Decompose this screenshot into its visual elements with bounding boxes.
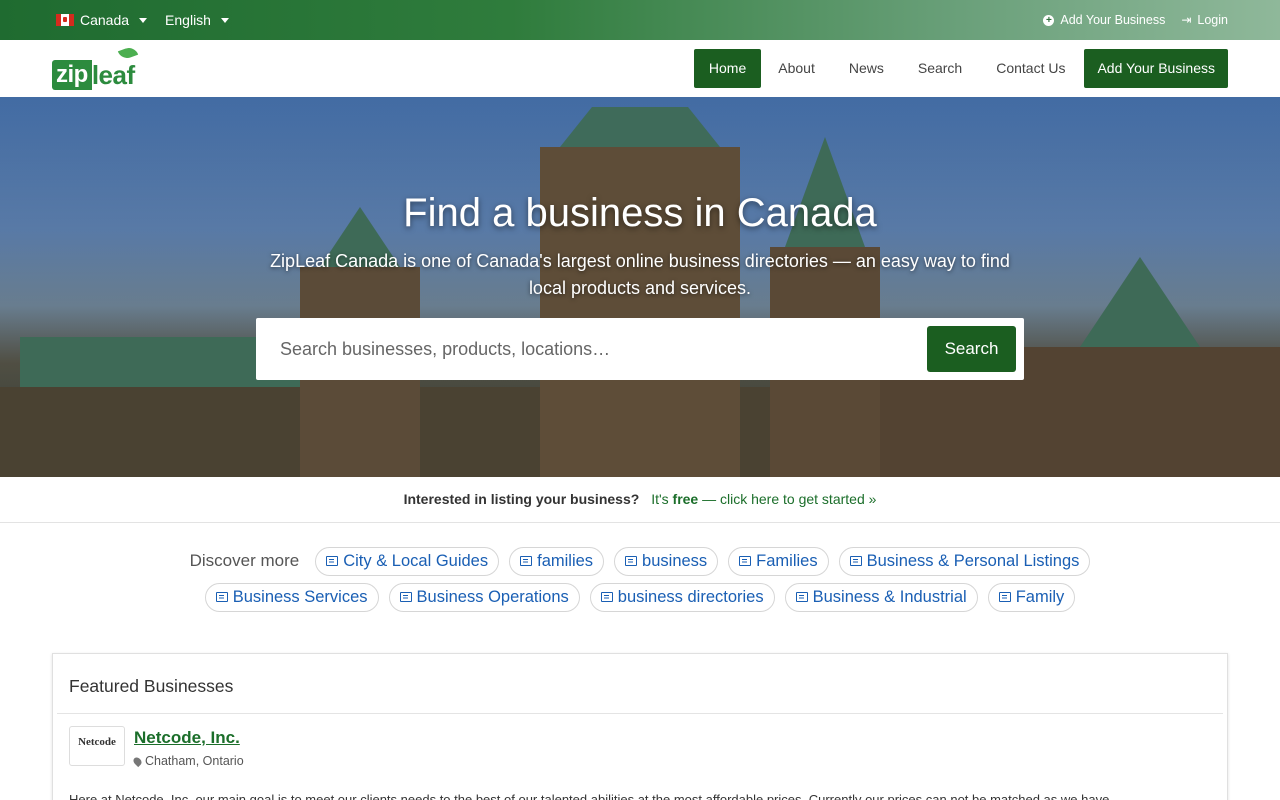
logo-zip-text: zip [52, 60, 92, 90]
category-pill[interactable]: Business & Personal Listings [838, 546, 1091, 576]
login-link[interactable]: ⇥ Login [1181, 13, 1228, 27]
category-pill[interactable]: business [614, 546, 719, 576]
newspaper-icon [326, 556, 339, 566]
category-pill[interactable]: Family [987, 582, 1076, 612]
banner-free: free [672, 491, 699, 507]
category-pill[interactable]: City & Local Guides [315, 546, 500, 576]
business-description: Here at Netcode, Inc. our main goal is t… [69, 792, 1110, 800]
discover-more-section: Discover more City & Local Guides famili… [0, 545, 1280, 617]
plus-circle-icon: + [1043, 14, 1055, 26]
newspaper-icon [739, 556, 752, 566]
newspaper-icon [795, 592, 808, 602]
caret-down-icon [220, 17, 229, 23]
category-pill[interactable]: Business Operations [388, 582, 580, 612]
language-label: English [165, 12, 211, 28]
listing-question: Interested in listing your business? [403, 491, 640, 507]
banner-prefix: It's [651, 491, 669, 507]
country-selector[interactable]: Canada [56, 12, 148, 28]
featured-title: Featured Businesses [57, 654, 1223, 714]
top-bar: Canada English + Add Your Business ⇥ Log… [0, 0, 1280, 40]
category-pill[interactable]: Business Services [204, 582, 379, 612]
hero-section: Find a business in Canada ZipLeaf Canada… [0, 97, 1280, 477]
language-selector[interactable]: English [165, 12, 229, 28]
nav-add-business-button[interactable]: Add Your Business [1084, 49, 1228, 88]
banner-link-text: — click here to get started » [702, 491, 877, 507]
nav-contact-us[interactable]: Contact Us [979, 49, 1082, 88]
top-add-business-link[interactable]: + Add Your Business [1043, 13, 1165, 27]
get-started-link[interactable]: It's free — click here to get started » [651, 491, 876, 507]
nav-news[interactable]: News [832, 49, 901, 88]
map-marker-icon [131, 755, 144, 767]
category-pill[interactable]: families [509, 546, 605, 576]
hero-background-tower-roof [560, 107, 720, 147]
newspaper-icon [215, 592, 228, 602]
nav-menu: Home About News Search Contact Us Add Yo… [693, 49, 1228, 88]
newspaper-icon [625, 556, 638, 566]
zipleaf-logo[interactable]: zip leaf [52, 45, 138, 90]
category-pill[interactable]: Business & Industrial [784, 582, 978, 612]
login-label: Login [1197, 13, 1228, 27]
sign-in-icon: ⇥ [1181, 13, 1192, 27]
category-pill[interactable]: Families [728, 546, 829, 576]
business-location-text: Chatham, Ontario [145, 754, 244, 768]
canada-flag-icon [56, 14, 74, 26]
nav-search[interactable]: Search [901, 49, 979, 88]
top-add-business-label: Add Your Business [1060, 13, 1166, 27]
featured-businesses-card: Featured Businesses Netcode Netcode, Inc… [52, 653, 1228, 800]
business-search-input[interactable] [256, 318, 916, 380]
newspaper-icon [520, 556, 533, 566]
hero-search-box: Search [256, 318, 1024, 380]
logo-leaf-text: leaf [92, 45, 138, 90]
leaf-icon [117, 45, 138, 61]
hero-background-east-roof [1080, 257, 1200, 347]
newspaper-icon [998, 592, 1011, 602]
main-navbar: zip leaf Home About News Search Contact … [0, 40, 1280, 97]
caret-down-icon [139, 17, 148, 23]
listing-banner: Interested in listing your business? It'… [0, 477, 1280, 523]
newspaper-icon [849, 556, 862, 566]
nav-about[interactable]: About [761, 49, 832, 88]
discover-more-label: Discover more [189, 551, 300, 570]
category-pill[interactable]: business directories [589, 582, 775, 612]
hero-subtitle: ZipLeaf Canada is one of Canada's larges… [270, 251, 1010, 298]
newspaper-icon [399, 592, 412, 602]
hero-title: Find a business in Canada [403, 191, 877, 235]
country-label: Canada [80, 12, 130, 28]
business-location: Chatham, Ontario [131, 754, 244, 768]
hero-search-button[interactable]: Search [927, 326, 1016, 372]
business-name-link[interactable]: Netcode, Inc. [134, 728, 240, 748]
business-logo[interactable]: Netcode [69, 726, 125, 766]
nav-home[interactable]: Home [693, 49, 762, 88]
newspaper-icon [600, 592, 613, 602]
